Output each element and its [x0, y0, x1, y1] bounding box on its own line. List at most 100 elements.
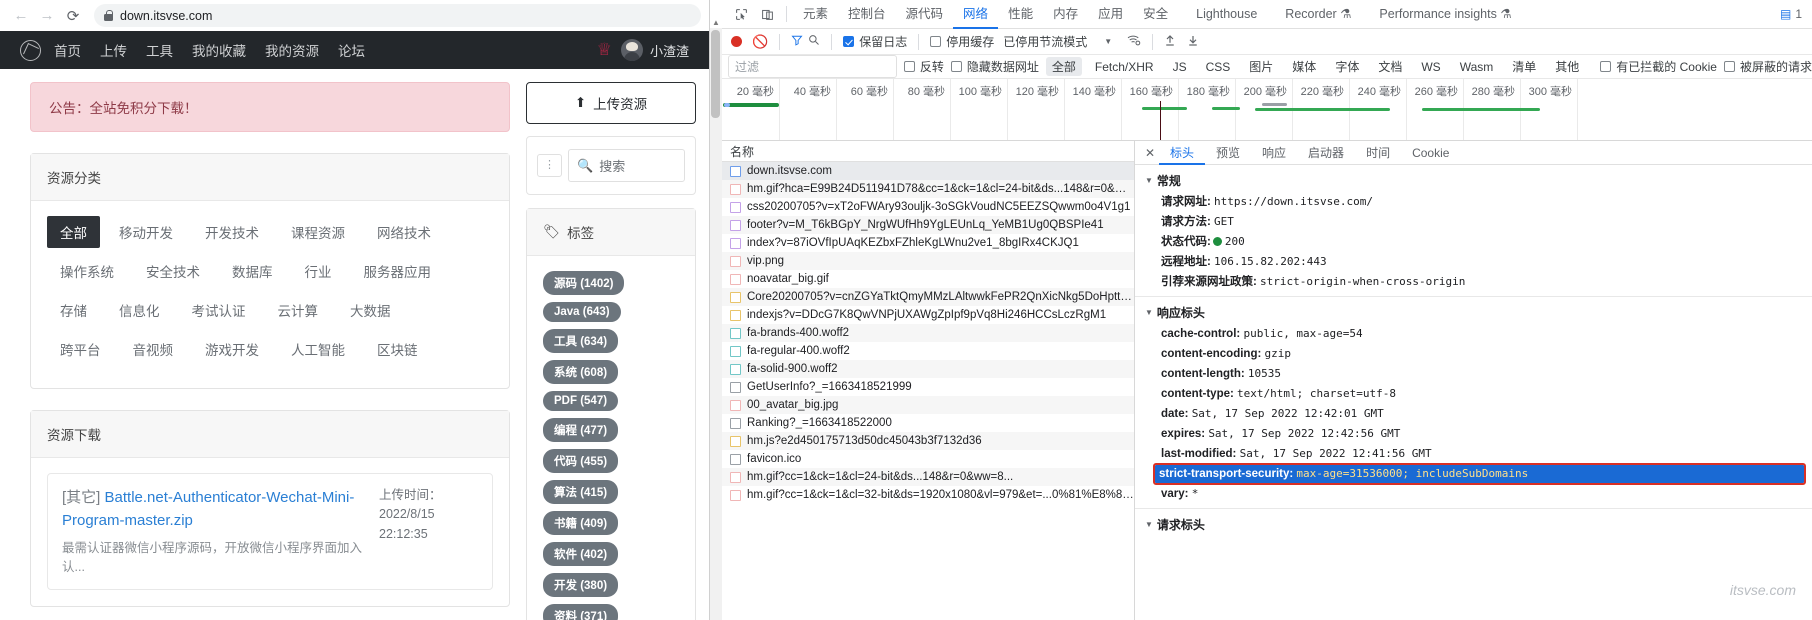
- reload-icon[interactable]: ⟳: [60, 3, 86, 29]
- response-headers-section-header[interactable]: ▼ 响应标头: [1135, 301, 1812, 324]
- request-row[interactable]: indexjs?v=DDcG7K8QwVNPjUXAWgZpIpf9pVq8Hi…: [722, 306, 1134, 324]
- tag-item[interactable]: Java (643): [543, 302, 621, 322]
- category-network[interactable]: 网络技术: [364, 216, 444, 248]
- filter-funnel-icon[interactable]: [791, 34, 803, 49]
- nav-item-upload[interactable]: 上传: [100, 40, 127, 60]
- category-os[interactable]: 操作系统: [47, 255, 127, 287]
- category-dev-tech[interactable]: 开发技术: [192, 216, 272, 248]
- request-row[interactable]: hm.gif?cc=1&ck=1&cl=32-bit&ds=1920x1080&…: [722, 486, 1134, 504]
- category-mobile-dev[interactable]: 移动开发: [106, 216, 186, 248]
- blocked-cookies-checkbox[interactable]: 有已拦截的 Cookie: [1600, 58, 1717, 75]
- tab-performance-insights[interactable]: Performance insights ⚗: [1361, 0, 1521, 29]
- tag-item[interactable]: 书籍 (409): [543, 511, 619, 535]
- filter-input[interactable]: 过滤: [728, 55, 897, 78]
- tab-console[interactable]: 控制台: [838, 0, 896, 29]
- nav-item-home[interactable]: 首页: [54, 40, 81, 60]
- filter-type-other[interactable]: 其他: [1549, 57, 1585, 76]
- tag-item[interactable]: 软件 (402): [543, 542, 619, 566]
- filter-type-manifest[interactable]: 清单: [1506, 57, 1542, 76]
- category-industry[interactable]: 行业: [292, 255, 345, 287]
- search-input[interactable]: 🔍 搜索: [568, 149, 685, 182]
- tag-item[interactable]: 资料 (371): [543, 604, 619, 620]
- general-section-header[interactable]: ▼ 常规: [1135, 169, 1812, 192]
- request-list[interactable]: down.itsvse.com hm.gif?hca=E99B24D511941…: [722, 162, 1134, 620]
- tab-security[interactable]: 安全: [1133, 0, 1178, 29]
- tag-item[interactable]: PDF (547): [543, 391, 619, 411]
- filter-type-wasm[interactable]: Wasm: [1454, 59, 1500, 75]
- request-row[interactable]: index?v=87iOVfIpUAqKEZbxFZhleKgLWnu2ve1_…: [722, 234, 1134, 252]
- filter-type-css[interactable]: CSS: [1200, 59, 1237, 75]
- category-server-app[interactable]: 服务器应用: [351, 255, 445, 287]
- disable-cache-checkbox[interactable]: 停用缓存: [930, 33, 994, 50]
- upload-resource-button[interactable]: ⬆ 上传资源: [526, 82, 696, 124]
- filter-type-doc[interactable]: 文档: [1372, 57, 1408, 76]
- detail-tab-response[interactable]: 响应: [1251, 141, 1297, 165]
- inspect-element-icon[interactable]: [728, 1, 754, 27]
- search-options-icon[interactable]: ⋮: [537, 154, 562, 177]
- network-overview-timeline[interactable]: 20 毫秒 40 毫秒 60 毫秒 80 毫秒 100 毫秒 120 毫秒 14…: [722, 79, 1812, 141]
- nav-item-tools[interactable]: 工具: [146, 40, 173, 60]
- category-storage[interactable]: 存储: [47, 294, 100, 326]
- console-message-badge[interactable]: ▤ 1: [1780, 7, 1802, 21]
- forward-icon[interactable]: →: [34, 3, 60, 29]
- tag-item[interactable]: 源码 (1402): [543, 271, 625, 295]
- request-row[interactable]: GetUserInfo?_=1663418521999: [722, 378, 1134, 396]
- request-row[interactable]: Core20200705?v=cnZGYaTktQmyMMzLAltwwkFeP…: [722, 288, 1134, 306]
- request-row[interactable]: hm.js?e2d450175713d50dc45043b3f7132d36: [722, 432, 1134, 450]
- category-blockchain[interactable]: 区块链: [364, 333, 431, 365]
- request-row[interactable]: 00_avatar_big.jpg: [722, 396, 1134, 414]
- tag-item[interactable]: 开发 (380): [543, 573, 619, 597]
- tab-network[interactable]: 网络: [953, 0, 998, 29]
- detail-tab-cookie[interactable]: Cookie: [1401, 141, 1460, 165]
- address-bar[interactable]: down.itsvse.com: [94, 4, 701, 27]
- export-har-icon[interactable]: [1187, 34, 1199, 50]
- tag-item[interactable]: 编程 (477): [543, 418, 619, 442]
- clear-icon[interactable]: 🚫: [752, 34, 768, 50]
- filter-type-fetch-xhr[interactable]: Fetch/XHR: [1089, 59, 1160, 75]
- tab-recorder[interactable]: Recorder ⚗: [1267, 0, 1361, 29]
- filter-type-js[interactable]: JS: [1167, 59, 1193, 75]
- category-cloud[interactable]: 云计算: [265, 294, 332, 326]
- filter-type-font[interactable]: 字体: [1329, 57, 1365, 76]
- request-row[interactable]: footer?v=M_T6kBGpY_NrgWUfHh9YgLEUnLq_YeM…: [722, 216, 1134, 234]
- category-security[interactable]: 安全技术: [133, 255, 213, 287]
- avatar[interactable]: [620, 39, 643, 61]
- request-row[interactable]: css20200705?v=xT2oFWAry93ouljk-3oSGkVoud…: [722, 198, 1134, 216]
- filter-type-img[interactable]: 图片: [1243, 57, 1279, 76]
- request-row[interactable]: fa-brands-400.woff2: [722, 324, 1134, 342]
- category-bigdata[interactable]: 大数据: [337, 294, 404, 326]
- request-row[interactable]: down.itsvse.com: [722, 162, 1134, 180]
- tab-elements[interactable]: 元素: [793, 0, 838, 29]
- detail-tab-initiator[interactable]: 启动器: [1297, 141, 1355, 165]
- scrollbar-up-arrow[interactable]: ▲: [712, 18, 720, 27]
- request-row[interactable]: fa-solid-900.woff2: [722, 360, 1134, 378]
- category-informatization[interactable]: 信息化: [106, 294, 173, 326]
- tag-item[interactable]: 系统 (608): [543, 360, 619, 384]
- category-av[interactable]: 音视频: [120, 333, 187, 365]
- wifi-settings-icon[interactable]: [1127, 34, 1141, 49]
- nav-item-favorites[interactable]: 我的收藏: [192, 40, 246, 60]
- device-toolbar-icon[interactable]: [754, 1, 780, 27]
- tag-item[interactable]: 工具 (634): [543, 329, 619, 353]
- tab-application[interactable]: 应用: [1088, 0, 1133, 29]
- import-har-icon[interactable]: [1164, 34, 1176, 50]
- request-row[interactable]: Ranking?_=1663418522000: [722, 414, 1134, 432]
- category-certification[interactable]: 考试认证: [179, 294, 259, 326]
- record-button[interactable]: [731, 36, 742, 47]
- close-icon[interactable]: ✕: [1141, 146, 1159, 160]
- site-logo-icon[interactable]: [20, 39, 41, 61]
- category-course[interactable]: 课程资源: [278, 216, 358, 248]
- scrollbar-thumb[interactable]: [711, 30, 720, 118]
- tag-item[interactable]: 算法 (415): [543, 480, 619, 504]
- throttling-select[interactable]: 已停用节流模式 ▼: [1003, 33, 1112, 50]
- category-cross-platform[interactable]: 跨平台: [47, 333, 114, 365]
- request-row[interactable]: fa-regular-400.woff2: [722, 342, 1134, 360]
- tab-sources[interactable]: 源代码: [896, 0, 954, 29]
- resource-title-link[interactable]: Battle.net-Authenticator-Wechat-Mini-Pro…: [62, 489, 354, 529]
- hide-data-urls-checkbox[interactable]: 隐藏数据网址: [950, 58, 1039, 75]
- request-row[interactable]: vip.png: [722, 252, 1134, 270]
- tab-performance[interactable]: 性能: [998, 0, 1043, 29]
- category-ai[interactable]: 人工智能: [278, 333, 358, 365]
- tab-lighthouse[interactable]: Lighthouse: [1178, 0, 1267, 29]
- category-game-dev[interactable]: 游戏开发: [192, 333, 272, 365]
